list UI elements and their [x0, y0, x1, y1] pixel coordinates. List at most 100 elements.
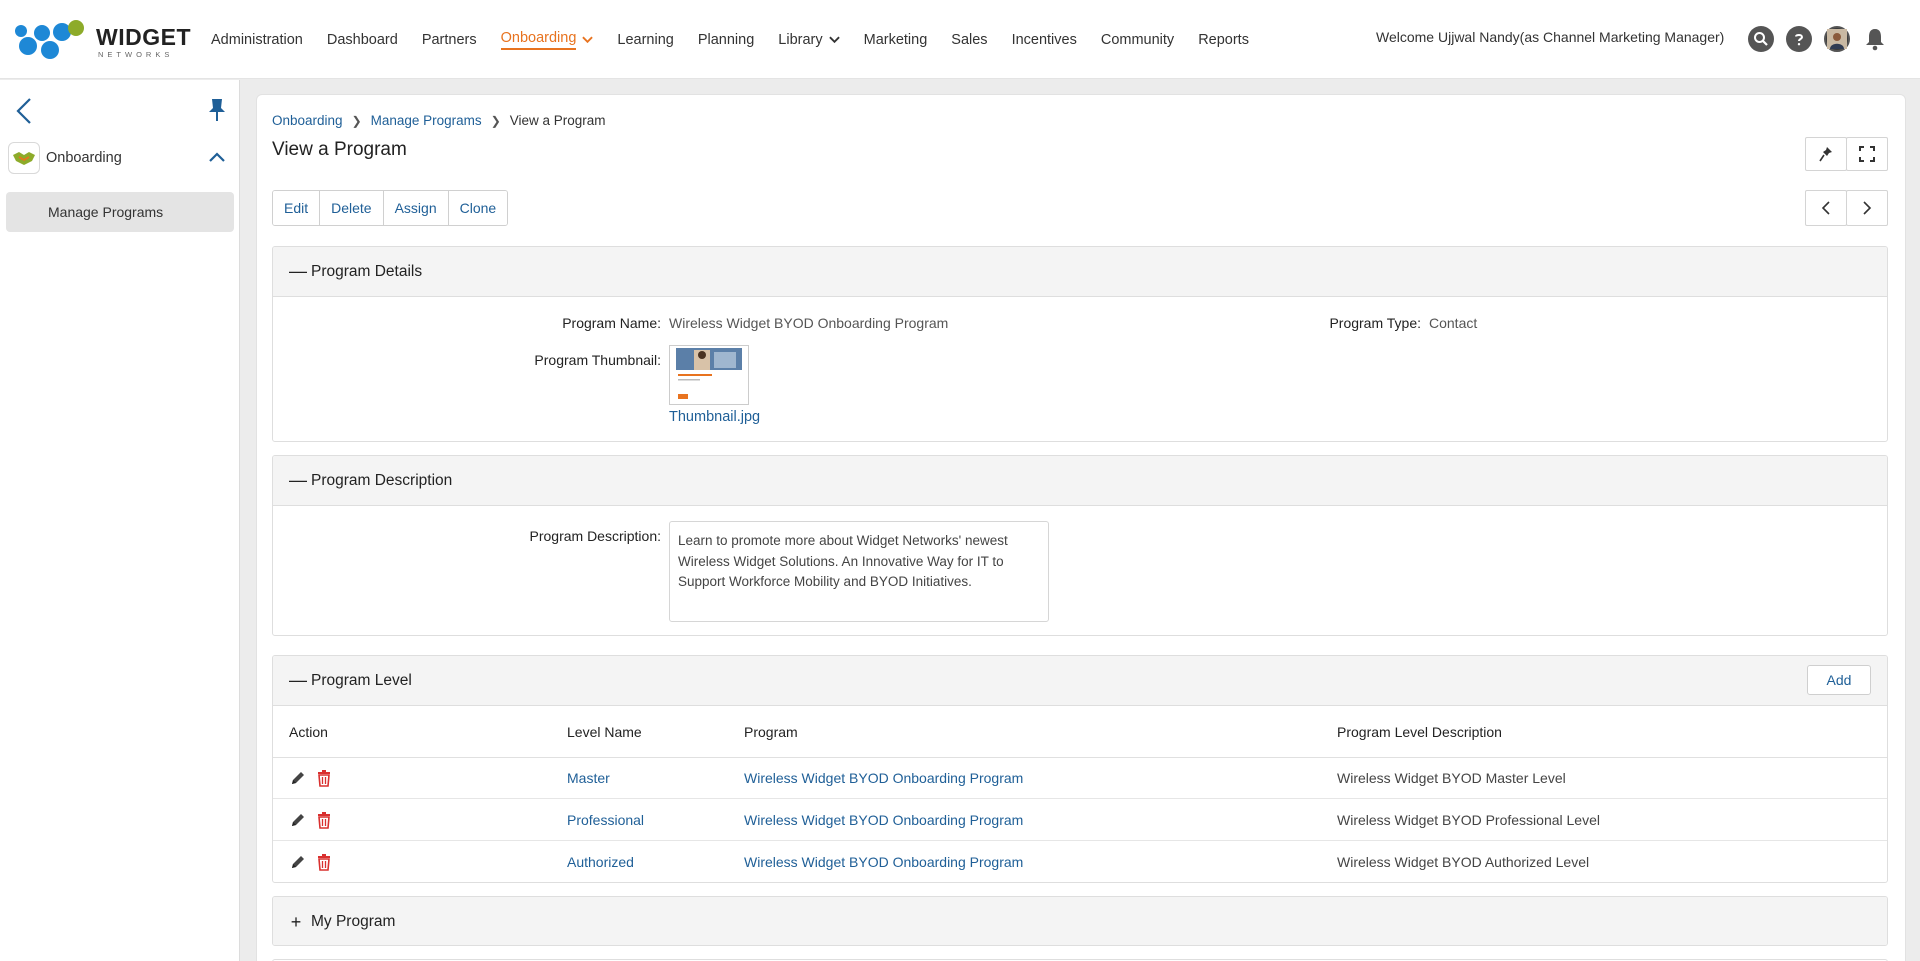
nav-partners[interactable]: Partners: [410, 23, 489, 57]
avatar[interactable]: [1824, 26, 1850, 52]
panel-title: Program Description: [311, 471, 453, 489]
previous-record-button[interactable]: [1805, 190, 1847, 226]
next-record-button[interactable]: [1846, 190, 1888, 226]
my-program-panel: + My Program: [272, 896, 1888, 946]
panel-title: Program Details: [311, 262, 423, 280]
nav-learning[interactable]: Learning: [605, 23, 685, 57]
my-program-header[interactable]: + My Program: [273, 897, 1887, 945]
help-icon[interactable]: [1786, 26, 1812, 52]
level-name-link[interactable]: Master: [567, 770, 610, 786]
delete-button[interactable]: Delete: [320, 191, 384, 225]
nav-reports[interactable]: Reports: [1186, 23, 1261, 57]
level-description: Wireless Widget BYOD Master Level: [1337, 770, 1566, 786]
widget-networks-logo[interactable]: WIDGET NETWORKS: [14, 19, 191, 61]
delete-trash-icon[interactable]: [315, 853, 333, 871]
brand-tagline: NETWORKS: [98, 50, 174, 59]
edit-pencil-icon[interactable]: [289, 853, 307, 871]
collapse-icon: —: [289, 670, 307, 690]
page-title: View a Program: [272, 139, 407, 160]
expand-icon: [1859, 146, 1875, 162]
program-name-value: Wireless Widget BYOD Onboarding Program: [669, 315, 949, 331]
nav-label: Planning: [697, 31, 755, 48]
add-level-button[interactable]: Add: [1807, 665, 1871, 695]
user-avatar-icon: [1827, 29, 1847, 49]
level-description: Wireless Widget BYOD Professional Level: [1337, 812, 1600, 828]
table-row: Authorized Wireless Widget BYOD Onboardi…: [273, 842, 1887, 882]
breadcrumb-current: View a Program: [509, 113, 606, 128]
column-header-level-description: Program Level Description: [1337, 724, 1502, 740]
breadcrumb-onboarding[interactable]: Onboarding: [272, 113, 343, 128]
column-header-program: Program: [744, 724, 798, 740]
nav-administration[interactable]: Administration: [199, 23, 315, 57]
sidebar-module-onboarding[interactable]: Onboarding: [8, 140, 234, 176]
logo-mark-icon: [15, 20, 84, 59]
table-header: Action Level Name Program Program Level …: [273, 706, 1887, 758]
nav-dashboard[interactable]: Dashboard: [315, 23, 410, 57]
program-thumbnail-image[interactable]: [669, 345, 749, 405]
nav-label: Community: [1100, 31, 1175, 48]
nav-label: Library: [778, 31, 823, 48]
program-details-header[interactable]: — Program Details: [273, 247, 1887, 297]
sidebar-module-label: Onboarding: [46, 150, 122, 166]
nav-sales[interactable]: Sales: [939, 23, 999, 57]
program-description-text: Learn to promote more about Widget Netwo…: [669, 521, 1049, 622]
chevron-down-icon: [582, 36, 594, 44]
nav-label: Marketing: [863, 31, 928, 48]
edit-button[interactable]: Edit: [273, 191, 321, 225]
chevron-right-icon: ❯: [490, 113, 501, 128]
breadcrumb-manage-programs[interactable]: Manage Programs: [371, 113, 482, 128]
table-body: Master Wireless Widget BYOD Onboarding P…: [273, 758, 1887, 882]
pin-icon[interactable]: [206, 96, 228, 124]
program-level-header[interactable]: — Program Level Add: [273, 656, 1887, 706]
nav-incentives[interactable]: Incentives: [1000, 23, 1089, 57]
back-arrow-icon[interactable]: [12, 96, 36, 126]
level-name-link[interactable]: Authorized: [567, 854, 634, 870]
main-menu: Administration Dashboard Partners Onboar…: [199, 0, 1261, 79]
nav-onboarding[interactable]: Onboarding: [489, 23, 606, 57]
chevron-right-icon: [1863, 201, 1872, 215]
bell-icon[interactable]: [1862, 26, 1888, 52]
assign-button[interactable]: Assign: [383, 191, 449, 225]
panel-title: Program Level: [311, 671, 412, 689]
nav-label: Reports: [1198, 31, 1249, 48]
collapse-icon: —: [289, 470, 307, 490]
nav-label: Administration: [211, 31, 303, 48]
fullscreen-button[interactable]: [1846, 137, 1888, 171]
program-description-label: Program Description:: [529, 528, 662, 544]
sidebar-item-manage-programs[interactable]: Manage Programs: [6, 192, 234, 232]
handshake-icon: [8, 142, 40, 174]
program-type-value: Contact: [1429, 315, 1478, 331]
nav-label: Incentives: [1011, 31, 1077, 48]
table-row: Professional Wireless Widget BYOD Onboar…: [273, 800, 1887, 841]
breadcrumb: Onboarding ❯ Manage Programs ❯ View a Pr…: [272, 113, 606, 128]
nav-marketing[interactable]: Marketing: [852, 23, 940, 57]
chevron-up-icon[interactable]: [208, 150, 226, 164]
program-description-header[interactable]: — Program Description: [273, 456, 1887, 506]
program-link[interactable]: Wireless Widget BYOD Onboarding Program: [744, 854, 1023, 870]
chevron-down-icon: [828, 36, 840, 44]
edit-pencil-icon[interactable]: [289, 769, 307, 787]
nav-label: Learning: [617, 31, 674, 48]
program-type-label: Program Type:: [1329, 315, 1421, 331]
column-header-action: Action: [289, 724, 328, 740]
nav-label: Dashboard: [326, 31, 398, 48]
nav-library[interactable]: Library: [766, 23, 851, 57]
level-name-link[interactable]: Professional: [567, 812, 644, 828]
program-link[interactable]: Wireless Widget BYOD Onboarding Program: [744, 770, 1023, 786]
delete-trash-icon[interactable]: [315, 769, 333, 787]
sidebar: Onboarding Manage Programs: [0, 80, 240, 961]
edit-pencil-icon[interactable]: [289, 811, 307, 829]
brand-name: WIDGET: [96, 24, 191, 50]
nav-planning[interactable]: Planning: [686, 23, 766, 57]
program-description-panel: — Program Description Program Descriptio…: [272, 455, 1888, 636]
delete-trash-icon[interactable]: [315, 811, 333, 829]
action-button-group: Edit Delete Assign Clone: [272, 190, 509, 226]
program-thumbnail-label: Program Thumbnail:: [534, 352, 661, 368]
panel-title: My Program: [311, 913, 396, 930]
nav-community[interactable]: Community: [1089, 23, 1186, 57]
pin-page-button[interactable]: [1805, 137, 1847, 171]
search-icon[interactable]: [1748, 26, 1774, 52]
program-link[interactable]: Wireless Widget BYOD Onboarding Program: [744, 812, 1023, 828]
thumbnail-file-link[interactable]: Thumbnail.jpg: [669, 409, 760, 425]
clone-button[interactable]: Clone: [448, 191, 508, 225]
